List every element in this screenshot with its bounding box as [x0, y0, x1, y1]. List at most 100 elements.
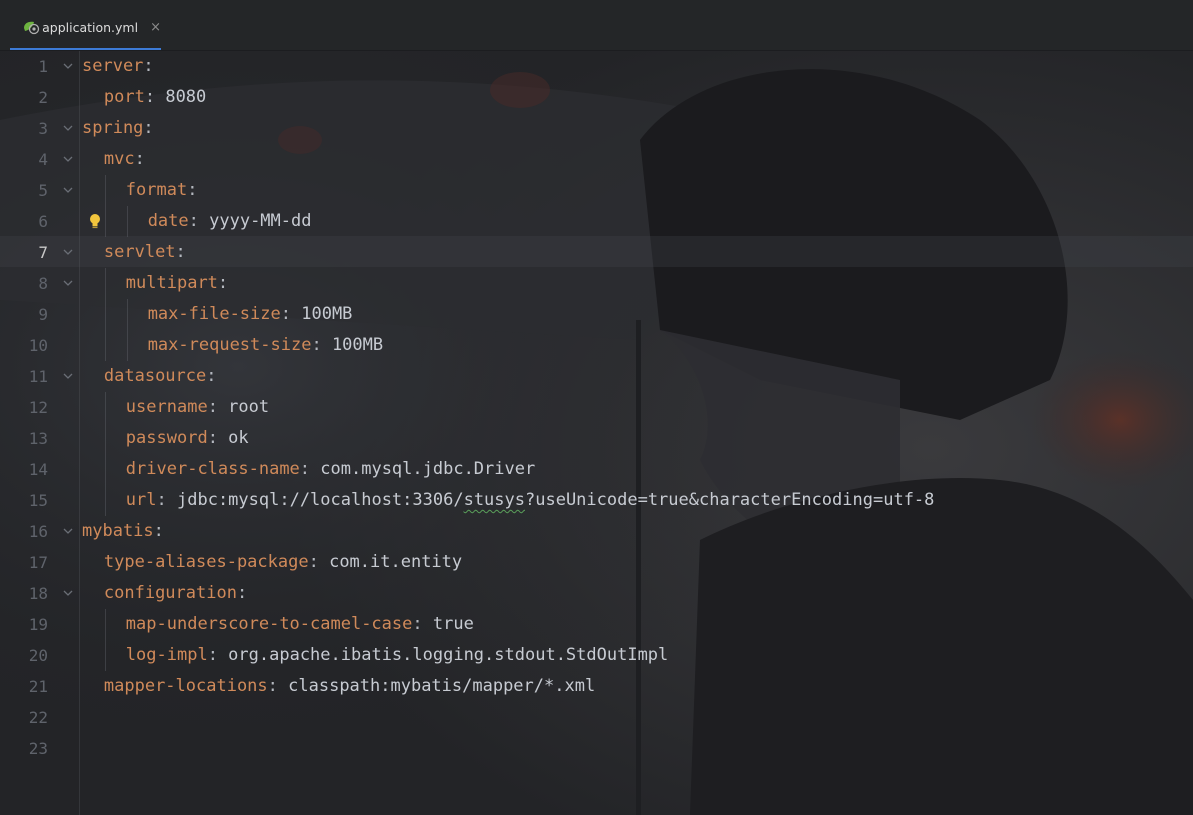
code-content: configuration:	[104, 578, 247, 609]
indent-guide	[104, 640, 106, 671]
fold-chevron-icon[interactable]	[63, 155, 73, 163]
code-line[interactable]: 13 password: ok	[0, 423, 1193, 454]
code-line[interactable]: 8 multipart:	[0, 268, 1193, 299]
line-number: 6	[38, 212, 48, 231]
line-number: 9	[38, 305, 48, 324]
yaml-separator: :	[187, 180, 198, 200]
yaml-value: yyyy-MM-dd	[209, 211, 312, 231]
code-line[interactable]: 20 log-impl: org.apache.ibatis.logging.st…	[0, 640, 1193, 671]
yaml-separator: :	[175, 242, 186, 262]
yaml-separator: :	[412, 614, 433, 634]
yaml-separator: :	[143, 56, 154, 76]
line-number: 14	[28, 460, 48, 479]
code-content: date: yyyy-MM-dd	[148, 206, 312, 237]
code-line[interactable]: 19 map-underscore-to-camel-case: true	[0, 609, 1193, 640]
yaml-value: 8080	[165, 87, 207, 107]
code-editor[interactable]: 1 server: 2 port: 8080 3 spring: 4 mvc: 5 format:…	[0, 51, 1193, 815]
yaml-separator: :	[217, 273, 229, 293]
fold-chevron-icon[interactable]	[63, 527, 73, 535]
yaml-separator: :	[207, 397, 229, 417]
yaml-separator: :	[267, 676, 289, 696]
code-content: driver-class-name: com.mysql.jdbc.Driver	[126, 454, 535, 485]
code-line[interactable]: 9 max-file-size: 100MB	[0, 299, 1193, 330]
fold-chevron-icon[interactable]	[63, 186, 73, 194]
fold-chevron-icon[interactable]	[63, 279, 73, 287]
code-content: max-request-size: 100MB	[148, 330, 383, 361]
code-content: password: ok	[126, 423, 249, 454]
indent-guide	[104, 175, 106, 206]
yaml-key: servlet	[103, 242, 176, 262]
code-line[interactable]: 5 format:	[0, 175, 1193, 206]
code-line[interactable]: 18 configuration:	[0, 578, 1193, 609]
yaml-separator: :	[207, 645, 229, 665]
line-number: 10	[28, 336, 48, 355]
yaml-value: 100MB	[331, 335, 384, 355]
code-line[interactable]: 23	[0, 733, 1193, 764]
tab-application-yml[interactable]: application.yml ×	[10, 6, 161, 50]
code-content: port: 8080	[104, 82, 206, 113]
fold-chevron-icon[interactable]	[63, 248, 73, 256]
line-number: 20	[28, 646, 48, 665]
code-line[interactable]: 1 server:	[0, 51, 1193, 82]
editor-tab-bar: application.yml ×	[0, 0, 1193, 51]
code-line[interactable]: 10 max-request-size: 100MB	[0, 330, 1193, 361]
code-content: datasource:	[104, 361, 217, 392]
code-lines: 1 server: 2 port: 8080 3 spring: 4 mvc: 5 format:…	[0, 51, 1193, 764]
code-line[interactable]: 7 servlet:	[0, 237, 1193, 268]
code-line[interactable]: 6 date: yyyy-MM-dd	[0, 206, 1193, 237]
spelling-warning-text[interactable]: stusys	[464, 490, 525, 510]
yaml-key: max-request-size	[147, 335, 312, 355]
code-line[interactable]: 17 type-aliases-package: com.it.entity	[0, 547, 1193, 578]
code-content: map-underscore-to-camel-case: true	[126, 609, 474, 640]
yaml-key: driver-class-name	[125, 459, 300, 479]
yaml-key: mvc	[103, 149, 135, 169]
code-content: url: jdbc:mysql://localhost:3306/stusys?…	[126, 485, 935, 516]
indent-guide	[126, 299, 128, 330]
fold-chevron-icon[interactable]	[63, 124, 73, 132]
indent-guide	[104, 392, 106, 423]
yaml-separator: :	[236, 583, 248, 603]
yaml-value: org.apache.ibatis.logging.stdout.StdOutI…	[228, 645, 669, 665]
line-number: 2	[38, 88, 48, 107]
code-line[interactable]: 3 spring:	[0, 113, 1193, 144]
code-line[interactable]: 11 datasource:	[0, 361, 1193, 392]
yaml-key: max-file-size	[147, 304, 281, 324]
yaml-key: password	[125, 428, 208, 448]
code-content: username: root	[126, 392, 269, 423]
lightbulb-icon[interactable]	[88, 213, 102, 231]
fold-chevron-icon[interactable]	[63, 372, 73, 380]
code-line[interactable]: 12 username: root	[0, 392, 1193, 423]
indent-guide	[104, 268, 106, 299]
yaml-key: map-underscore-to-camel-case	[125, 614, 413, 634]
code-line[interactable]: 2 port: 8080	[0, 82, 1193, 113]
yaml-key: server	[82, 56, 144, 76]
code-line[interactable]: 16 mybatis:	[0, 516, 1193, 547]
yaml-key: format	[125, 180, 188, 200]
line-number: 7	[38, 243, 48, 262]
yaml-separator: :	[143, 118, 154, 138]
fold-chevron-icon[interactable]	[63, 589, 73, 597]
line-number: 15	[28, 491, 48, 510]
indent-guide	[126, 206, 128, 237]
code-line[interactable]: 14 driver-class-name: com.mysql.jdbc.Driv…	[0, 454, 1193, 485]
code-line[interactable]: 15 url: jdbc:mysql://localhost:3306/stusy…	[0, 485, 1193, 516]
code-line[interactable]: 4 mvc:	[0, 144, 1193, 175]
code-content: log-impl: org.apache.ibatis.logging.stdo…	[126, 640, 668, 671]
line-number: 18	[28, 584, 48, 603]
code-line[interactable]: 22	[0, 702, 1193, 733]
yaml-separator: :	[144, 87, 166, 107]
code-line[interactable]: 21 mapper-locations: classpath:mybatis/ma…	[0, 671, 1193, 702]
yaml-value: classpath:mybatis/mapper/*.xml	[288, 676, 596, 696]
indent-guide	[104, 454, 106, 485]
yaml-value: jdbc:mysql://localhost:3306/	[177, 490, 464, 510]
fold-chevron-icon[interactable]	[63, 62, 73, 70]
indent-guide	[104, 485, 106, 516]
code-content: format:	[126, 175, 198, 206]
yaml-key: url	[125, 490, 157, 510]
line-number: 4	[38, 150, 48, 169]
spring-yaml-file-icon	[22, 17, 40, 37]
tab-close-button[interactable]: ×	[150, 20, 161, 35]
yaml-separator: :	[188, 211, 210, 231]
line-number: 17	[28, 553, 48, 572]
yaml-value: 100MB	[301, 304, 353, 324]
